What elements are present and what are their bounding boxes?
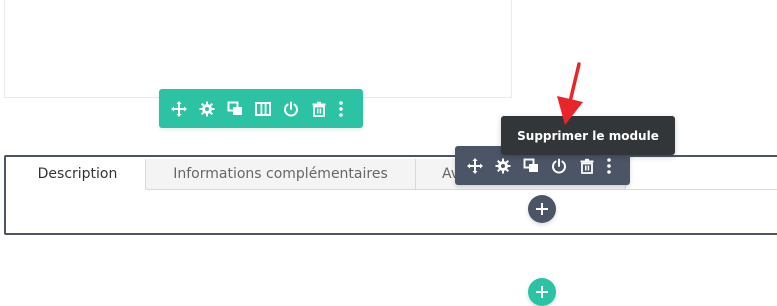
row-columns-button[interactable] (249, 95, 277, 123)
move-icon (467, 157, 483, 174)
module-duplicate-button[interactable] (517, 152, 545, 180)
row-delete-button[interactable] (305, 95, 333, 123)
row-disable-button[interactable] (277, 95, 305, 123)
move-icon (171, 100, 187, 117)
tabs-bar: Description Informations complémentaires… (10, 159, 777, 190)
add-module-button[interactable] (528, 195, 556, 223)
row-settings-toolbar (159, 89, 363, 128)
power-icon (552, 158, 566, 173)
tab-label: Informations complémentaires (173, 166, 388, 182)
row-move-button[interactable] (165, 95, 193, 123)
gear-icon (495, 158, 511, 173)
duplicate-icon (523, 158, 538, 172)
previous-row-outline (4, 0, 512, 98)
tab-description[interactable]: Description (10, 159, 146, 190)
tooltip-text: Supprimer le module (517, 128, 659, 143)
row-duplicate-button[interactable] (221, 95, 249, 123)
gear-icon (199, 101, 215, 116)
module-more-button[interactable] (601, 152, 617, 180)
tab-additional-information[interactable]: Informations complémentaires (146, 159, 416, 189)
more-vertical-icon (339, 100, 343, 117)
trash-icon (580, 158, 594, 174)
module-move-button[interactable] (461, 152, 489, 180)
module-disable-button[interactable] (545, 152, 573, 180)
power-icon (284, 101, 298, 116)
columns-icon (255, 101, 271, 116)
row-more-button[interactable] (333, 95, 349, 123)
plus-icon (536, 203, 548, 215)
add-row-button[interactable] (528, 278, 556, 306)
trash-icon (312, 101, 326, 117)
plus-icon (536, 286, 548, 298)
module-delete-button[interactable] (573, 152, 601, 180)
tab-label: Description (37, 166, 118, 182)
more-vertical-icon (607, 157, 611, 174)
row-settings-button[interactable] (193, 95, 221, 123)
tabs-module[interactable]: Description Informations complémentaires… (4, 155, 777, 235)
module-settings-button[interactable] (489, 152, 517, 180)
annotation-arrow-icon (557, 62, 583, 125)
duplicate-icon (227, 101, 242, 115)
